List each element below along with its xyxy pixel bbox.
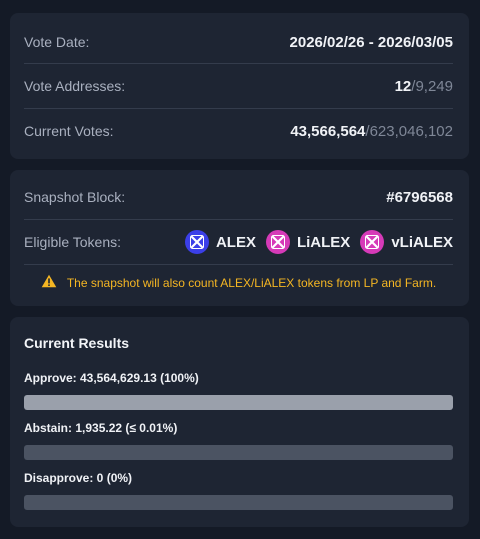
vote-addresses-value: 12/9,249 xyxy=(395,78,453,95)
approve-progress-bar xyxy=(24,395,453,410)
divider xyxy=(24,63,453,64)
token-lialex: LiALEX xyxy=(265,230,351,254)
divider xyxy=(24,108,453,109)
vote-addresses-label: Vote Addresses: xyxy=(24,78,126,94)
token-name: vLiALEX xyxy=(391,233,453,251)
vlialex-token-icon xyxy=(360,230,385,254)
approve-progress-fill xyxy=(24,395,453,410)
disapprove-progress-bar xyxy=(24,495,453,510)
snapshot-block-label: Snapshot Block: xyxy=(24,189,126,205)
vote-date-value: 2026/02/26 - 2026/03/05 xyxy=(289,33,453,51)
eligible-tokens-list: ALEX LiALEX vLiALEX xyxy=(184,230,453,254)
current-votes-current: 43,566,564 xyxy=(290,122,366,140)
token-name: LiALEX xyxy=(296,233,351,251)
vote-addresses-total: 9,249 xyxy=(415,77,453,95)
divider xyxy=(24,219,453,220)
abstain-label: Abstain: 1,935.22 (≤ 0.01%) xyxy=(24,421,178,435)
disapprove-label: Disapprove: 0 (0%) xyxy=(24,471,133,485)
current-votes-row: Current Votes: 43,566,564/623,046,102 xyxy=(24,119,453,143)
eligible-tokens-row: Eligible Tokens: ALEX LiALEX vLiALEX xyxy=(24,229,453,255)
snapshot-notice-text: The snapshot will also count ALEX/LiALEX… xyxy=(66,275,437,290)
current-votes-total: 623,046,102 xyxy=(369,122,453,140)
snapshot-block-value: #6796568 xyxy=(386,188,453,206)
abstain-progress-bar xyxy=(24,445,453,460)
results-title: Current Results xyxy=(24,335,130,351)
token-alex: ALEX xyxy=(184,230,256,254)
token-vlialex: vLiALEX xyxy=(360,230,453,254)
vote-date-label: Vote Date: xyxy=(24,34,90,50)
alex-token-icon xyxy=(184,230,209,254)
lialex-token-icon xyxy=(265,230,290,254)
vote-date-row: Vote Date: 2026/02/26 - 2026/03/05 xyxy=(24,30,453,54)
approve-label: Approve: 43,564,629.13 (100%) xyxy=(24,371,199,385)
divider xyxy=(24,264,453,265)
vote-addresses-current: 12 xyxy=(394,77,412,95)
token-name: ALEX xyxy=(215,233,256,251)
snapshot-notice: The snapshot will also count ALEX/LiALEX… xyxy=(24,274,453,291)
current-votes-label: Current Votes: xyxy=(24,123,114,139)
warning-icon xyxy=(41,274,57,291)
snapshot-card: Snapshot Block: #6796568 Eligible Tokens… xyxy=(10,170,469,306)
vote-addresses-row: Vote Addresses: 12/9,249 xyxy=(24,74,453,98)
vote-info-card: Vote Date: 2026/02/26 - 2026/03/05 Vote … xyxy=(10,13,469,159)
results-card: Current Results Approve: 43,564,629.13 (… xyxy=(10,317,469,527)
snapshot-block-row: Snapshot Block: #6796568 xyxy=(24,185,453,209)
eligible-tokens-label: Eligible Tokens: xyxy=(24,234,122,250)
current-votes-value: 43,566,564/623,046,102 xyxy=(290,123,453,140)
